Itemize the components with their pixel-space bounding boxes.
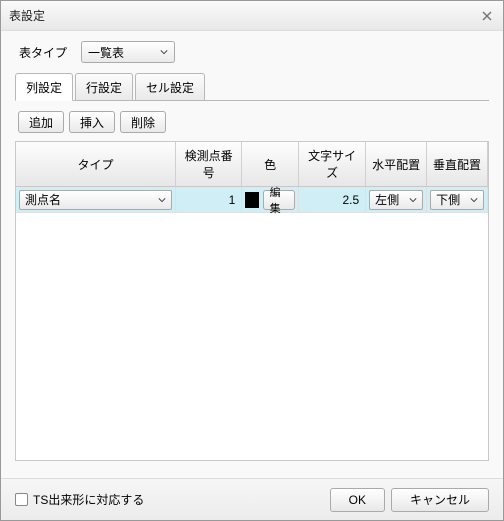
add-button[interactable]: 追加 — [18, 111, 64, 133]
tab-column-settings[interactable]: 列設定 — [15, 73, 73, 101]
chevron-down-icon — [409, 196, 417, 204]
cell-type[interactable]: 測点名 — [16, 187, 176, 213]
col-header-pointno[interactable]: 検測点番号 — [176, 142, 242, 187]
color-swatch[interactable] — [245, 192, 258, 208]
tab-row-settings[interactable]: 行設定 — [75, 73, 133, 100]
table-type-value: 一覧表 — [88, 44, 124, 61]
table-type-select[interactable]: 一覧表 — [81, 41, 175, 63]
toolbar: 追加 挿入 削除 — [18, 111, 489, 133]
cell-color[interactable]: 編集 — [242, 187, 299, 213]
col-header-color[interactable]: 色 — [242, 142, 299, 187]
cell-pointno[interactable]: 1 — [176, 187, 242, 213]
grid-table: タイプ 検測点番号 色 文字サイズ 水平配置 垂直配置 測点名 — [16, 142, 488, 213]
col-header-halign[interactable]: 水平配置 — [366, 142, 427, 187]
delete-button[interactable]: 削除 — [120, 111, 166, 133]
tabs: 列設定 行設定 セル設定 — [15, 73, 489, 101]
cell-valign[interactable]: 下側 — [427, 187, 488, 213]
dialog-footer: TS出来形に対応する OK キャンセル — [1, 478, 503, 520]
cell-textsize[interactable]: 2.5 — [298, 187, 365, 213]
color-edit-button[interactable]: 編集 — [263, 190, 295, 210]
grid-header-row: タイプ 検測点番号 色 文字サイズ 水平配置 垂直配置 — [16, 142, 488, 187]
col-header-textsize[interactable]: 文字サイズ — [298, 142, 365, 187]
cell-halign[interactable]: 左側 — [366, 187, 427, 213]
type-select[interactable]: 測点名 — [19, 190, 172, 210]
ts-checkbox[interactable]: TS出来形に対応する — [15, 491, 144, 508]
insert-button[interactable]: 挿入 — [69, 111, 115, 133]
cancel-button[interactable]: キャンセル — [391, 488, 489, 512]
halign-select[interactable]: 左側 — [369, 190, 423, 210]
dialog-content: 表タイプ 一覧表 列設定 行設定 セル設定 追加 挿入 削除 タ — [1, 31, 503, 461]
ts-checkbox-label: TS出来形に対応する — [33, 491, 144, 508]
table-settings-dialog: 表設定 表タイプ 一覧表 列設定 行設定 セル設定 追加 挿入 削除 — [0, 0, 504, 521]
table-row[interactable]: 測点名 1 編集 2.5 — [16, 187, 488, 213]
ok-button[interactable]: OK — [330, 488, 385, 512]
chevron-down-icon — [160, 48, 168, 56]
col-header-valign[interactable]: 垂直配置 — [427, 142, 488, 187]
close-icon[interactable] — [479, 8, 495, 24]
dialog-title: 表設定 — [9, 7, 479, 24]
chevron-down-icon — [158, 196, 166, 204]
tab-cell-settings[interactable]: セル設定 — [135, 73, 205, 100]
color-cell-inner: 編集 — [245, 190, 295, 210]
column-grid: タイプ 検測点番号 色 文字サイズ 水平配置 垂直配置 測点名 — [15, 141, 489, 461]
table-type-label: 表タイプ — [19, 44, 67, 61]
valign-select[interactable]: 下側 — [430, 190, 484, 210]
chevron-down-icon — [470, 196, 478, 204]
table-type-row: 表タイプ 一覧表 — [15, 41, 489, 63]
col-header-type[interactable]: タイプ — [16, 142, 176, 187]
titlebar: 表設定 — [1, 1, 503, 31]
checkbox-box — [15, 493, 28, 506]
